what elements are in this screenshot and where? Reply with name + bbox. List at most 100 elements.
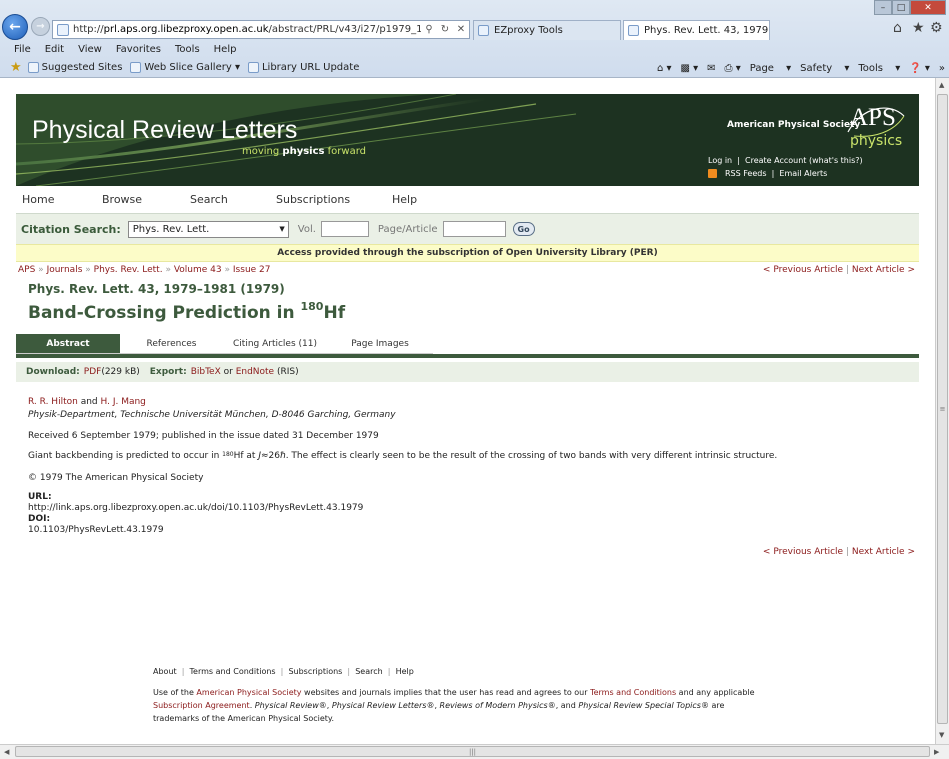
- footer-subscriptions[interactable]: Subscriptions: [288, 667, 342, 676]
- stop-icon[interactable]: ✕: [453, 24, 469, 35]
- tab-prl-article[interactable]: Phys. Rev. Lett. 43, 1979 (19...✕: [623, 20, 770, 40]
- nav-search[interactable]: Search: [190, 193, 276, 206]
- nav-help[interactable]: Help: [392, 193, 417, 206]
- go-button[interactable]: Go: [512, 222, 535, 236]
- nav-subscriptions[interactable]: Subscriptions: [276, 193, 392, 206]
- menu-help[interactable]: Help: [207, 44, 244, 55]
- doi-label: DOI:: [28, 514, 51, 524]
- rss-feeds-link[interactable]: RSS Feeds: [725, 169, 767, 178]
- breadcrumb-journals[interactable]: Journals: [47, 265, 83, 275]
- tab-page-images[interactable]: Page Images: [327, 334, 433, 354]
- close-window-button[interactable]: ✕: [910, 0, 946, 15]
- aps-link[interactable]: American Physical Society: [196, 688, 301, 697]
- back-button[interactable]: ←: [2, 14, 28, 40]
- affiliation: Physik-Department, Technische Universitä…: [28, 410, 396, 420]
- page-article-input[interactable]: [442, 221, 506, 237]
- address-url[interactable]: http://prl.aps.org.libezproxy.open.ac.uk…: [73, 24, 421, 35]
- fav-label: Web Slice Gallery: [144, 62, 232, 73]
- bibtex-link[interactable]: BibTeX: [191, 367, 221, 377]
- menu-favorites[interactable]: Favorites: [109, 44, 168, 55]
- aps-physics-logo[interactable]: APS physics: [844, 102, 912, 152]
- refresh-icon[interactable]: ↻: [437, 24, 453, 35]
- breadcrumb-journal[interactable]: Phys. Rev. Lett.: [94, 265, 163, 275]
- tools-menu[interactable]: Tools ▾: [858, 63, 900, 74]
- menu-view[interactable]: View: [71, 44, 109, 55]
- menu-file[interactable]: File: [0, 44, 38, 55]
- breadcrumb-issue[interactable]: Issue 27: [233, 265, 271, 275]
- safety-menu[interactable]: Safety ▾: [800, 63, 849, 74]
- previous-article-link[interactable]: < Previous Article: [763, 265, 843, 275]
- scroll-down-icon[interactable]: ▼: [939, 731, 944, 739]
- journal-select[interactable]: Phys. Rev. Lett. ▼: [127, 220, 289, 238]
- horizontal-scroll-thumb[interactable]: |||: [15, 746, 930, 757]
- page-icon: [27, 62, 39, 73]
- home-icon[interactable]: ⌂: [893, 20, 902, 36]
- tab-citing-articles[interactable]: Citing Articles (11): [223, 334, 327, 354]
- feeds-icon[interactable]: ▩ ▾: [681, 63, 699, 74]
- menu-tools[interactable]: Tools: [168, 44, 207, 55]
- chevron-down-icon: ▼: [279, 225, 285, 233]
- footer-about[interactable]: About: [153, 667, 177, 676]
- browser-chrome: ← → http://prl.aps.org.libezproxy.open.a…: [0, 0, 949, 78]
- nav-browse[interactable]: Browse: [102, 193, 190, 206]
- footer-help[interactable]: Help: [396, 667, 414, 676]
- forward-button[interactable]: →: [31, 17, 50, 36]
- tab-label: Phys. Rev. Lett. 43, 1979 (19...: [644, 25, 769, 36]
- login-link[interactable]: Log in: [708, 156, 732, 165]
- footer-legal-line-1: Use of the American Physical Society web…: [153, 688, 755, 697]
- fav-web-slice-gallery[interactable]: Web Slice Gallery ▾: [130, 62, 240, 73]
- footer-terms[interactable]: Terms and Conditions: [190, 667, 276, 676]
- author-link[interactable]: R. R. Hilton: [28, 397, 78, 407]
- print-icon[interactable]: ⎙ ▾: [725, 63, 741, 74]
- vertical-scroll-thumb[interactable]: ≡: [937, 94, 948, 724]
- page-icon: [130, 62, 142, 73]
- society-name[interactable]: American Physical Society: [727, 120, 860, 130]
- tab-references[interactable]: References: [120, 334, 223, 354]
- volume-input[interactable]: [320, 221, 369, 237]
- next-article-link[interactable]: Next Article >: [852, 265, 915, 275]
- page-menu[interactable]: Page ▾: [750, 63, 791, 74]
- horizontal-scrollbar[interactable]: ◀ ||| ▶: [0, 744, 949, 759]
- favorites-icon[interactable]: ★: [10, 60, 22, 75]
- scroll-up-icon[interactable]: ▲: [939, 81, 944, 89]
- create-account-link[interactable]: Create Account (what's this?): [745, 156, 863, 165]
- scroll-right-icon[interactable]: ▶: [934, 748, 939, 756]
- pdf-link[interactable]: PDF: [84, 367, 102, 377]
- fav-suggested-sites[interactable]: Suggested Sites: [27, 62, 122, 73]
- nav-home[interactable]: Home: [22, 193, 102, 206]
- logo-physics-text: physics: [850, 133, 903, 149]
- fav-library-url-update[interactable]: Library URL Update: [247, 62, 359, 73]
- email-alerts-link[interactable]: Email Alerts: [779, 169, 827, 178]
- menu-bar: File Edit View Favorites Tools Help: [0, 40, 949, 58]
- vertical-scrollbar[interactable]: ▲ ≡ ▼: [935, 78, 949, 744]
- logo-aps-text: APS: [850, 104, 896, 131]
- subscription-agreement-link[interactable]: Subscription Agreement: [153, 701, 250, 710]
- footer-search[interactable]: Search: [355, 667, 382, 676]
- maximize-button[interactable]: □: [892, 0, 910, 15]
- footer-links: About | Terms and Conditions | Subscript…: [153, 667, 414, 676]
- vol-label: Vol.: [297, 223, 316, 235]
- minimize-button[interactable]: –: [874, 0, 892, 15]
- menu-edit[interactable]: Edit: [38, 44, 71, 55]
- favorites-star-icon[interactable]: ★: [912, 20, 925, 36]
- next-article-link[interactable]: Next Article >: [852, 547, 915, 557]
- previous-article-link[interactable]: < Previous Article: [763, 547, 843, 557]
- terms-link[interactable]: Terms and Conditions: [590, 688, 676, 697]
- author-link[interactable]: H. J. Mang: [100, 397, 145, 407]
- settings-gear-icon[interactable]: ⚙: [930, 20, 943, 36]
- journal-select-value: Phys. Rev. Lett.: [132, 223, 210, 235]
- endnote-link[interactable]: EndNote: [236, 367, 274, 377]
- search-icon[interactable]: ⚲: [421, 24, 437, 35]
- tab-abstract[interactable]: Abstract: [16, 334, 120, 354]
- help-icon[interactable]: ❓ ▾: [909, 63, 930, 74]
- abstract-part: Hf at: [233, 451, 259, 461]
- mail-icon[interactable]: ✉: [707, 63, 715, 74]
- safety-menu-label: Safety: [800, 62, 833, 74]
- tab-ezproxy[interactable]: EZproxy Tools: [473, 20, 621, 40]
- scroll-left-icon[interactable]: ◀: [4, 748, 9, 756]
- breadcrumb-aps[interactable]: APS: [18, 265, 35, 275]
- address-bar[interactable]: http://prl.aps.org.libezproxy.open.ac.uk…: [52, 20, 470, 39]
- breadcrumb-volume[interactable]: Volume 43: [174, 265, 222, 275]
- chevron-more-icon[interactable]: »: [939, 63, 945, 74]
- home-cmd-icon[interactable]: ⌂ ▾: [657, 63, 672, 74]
